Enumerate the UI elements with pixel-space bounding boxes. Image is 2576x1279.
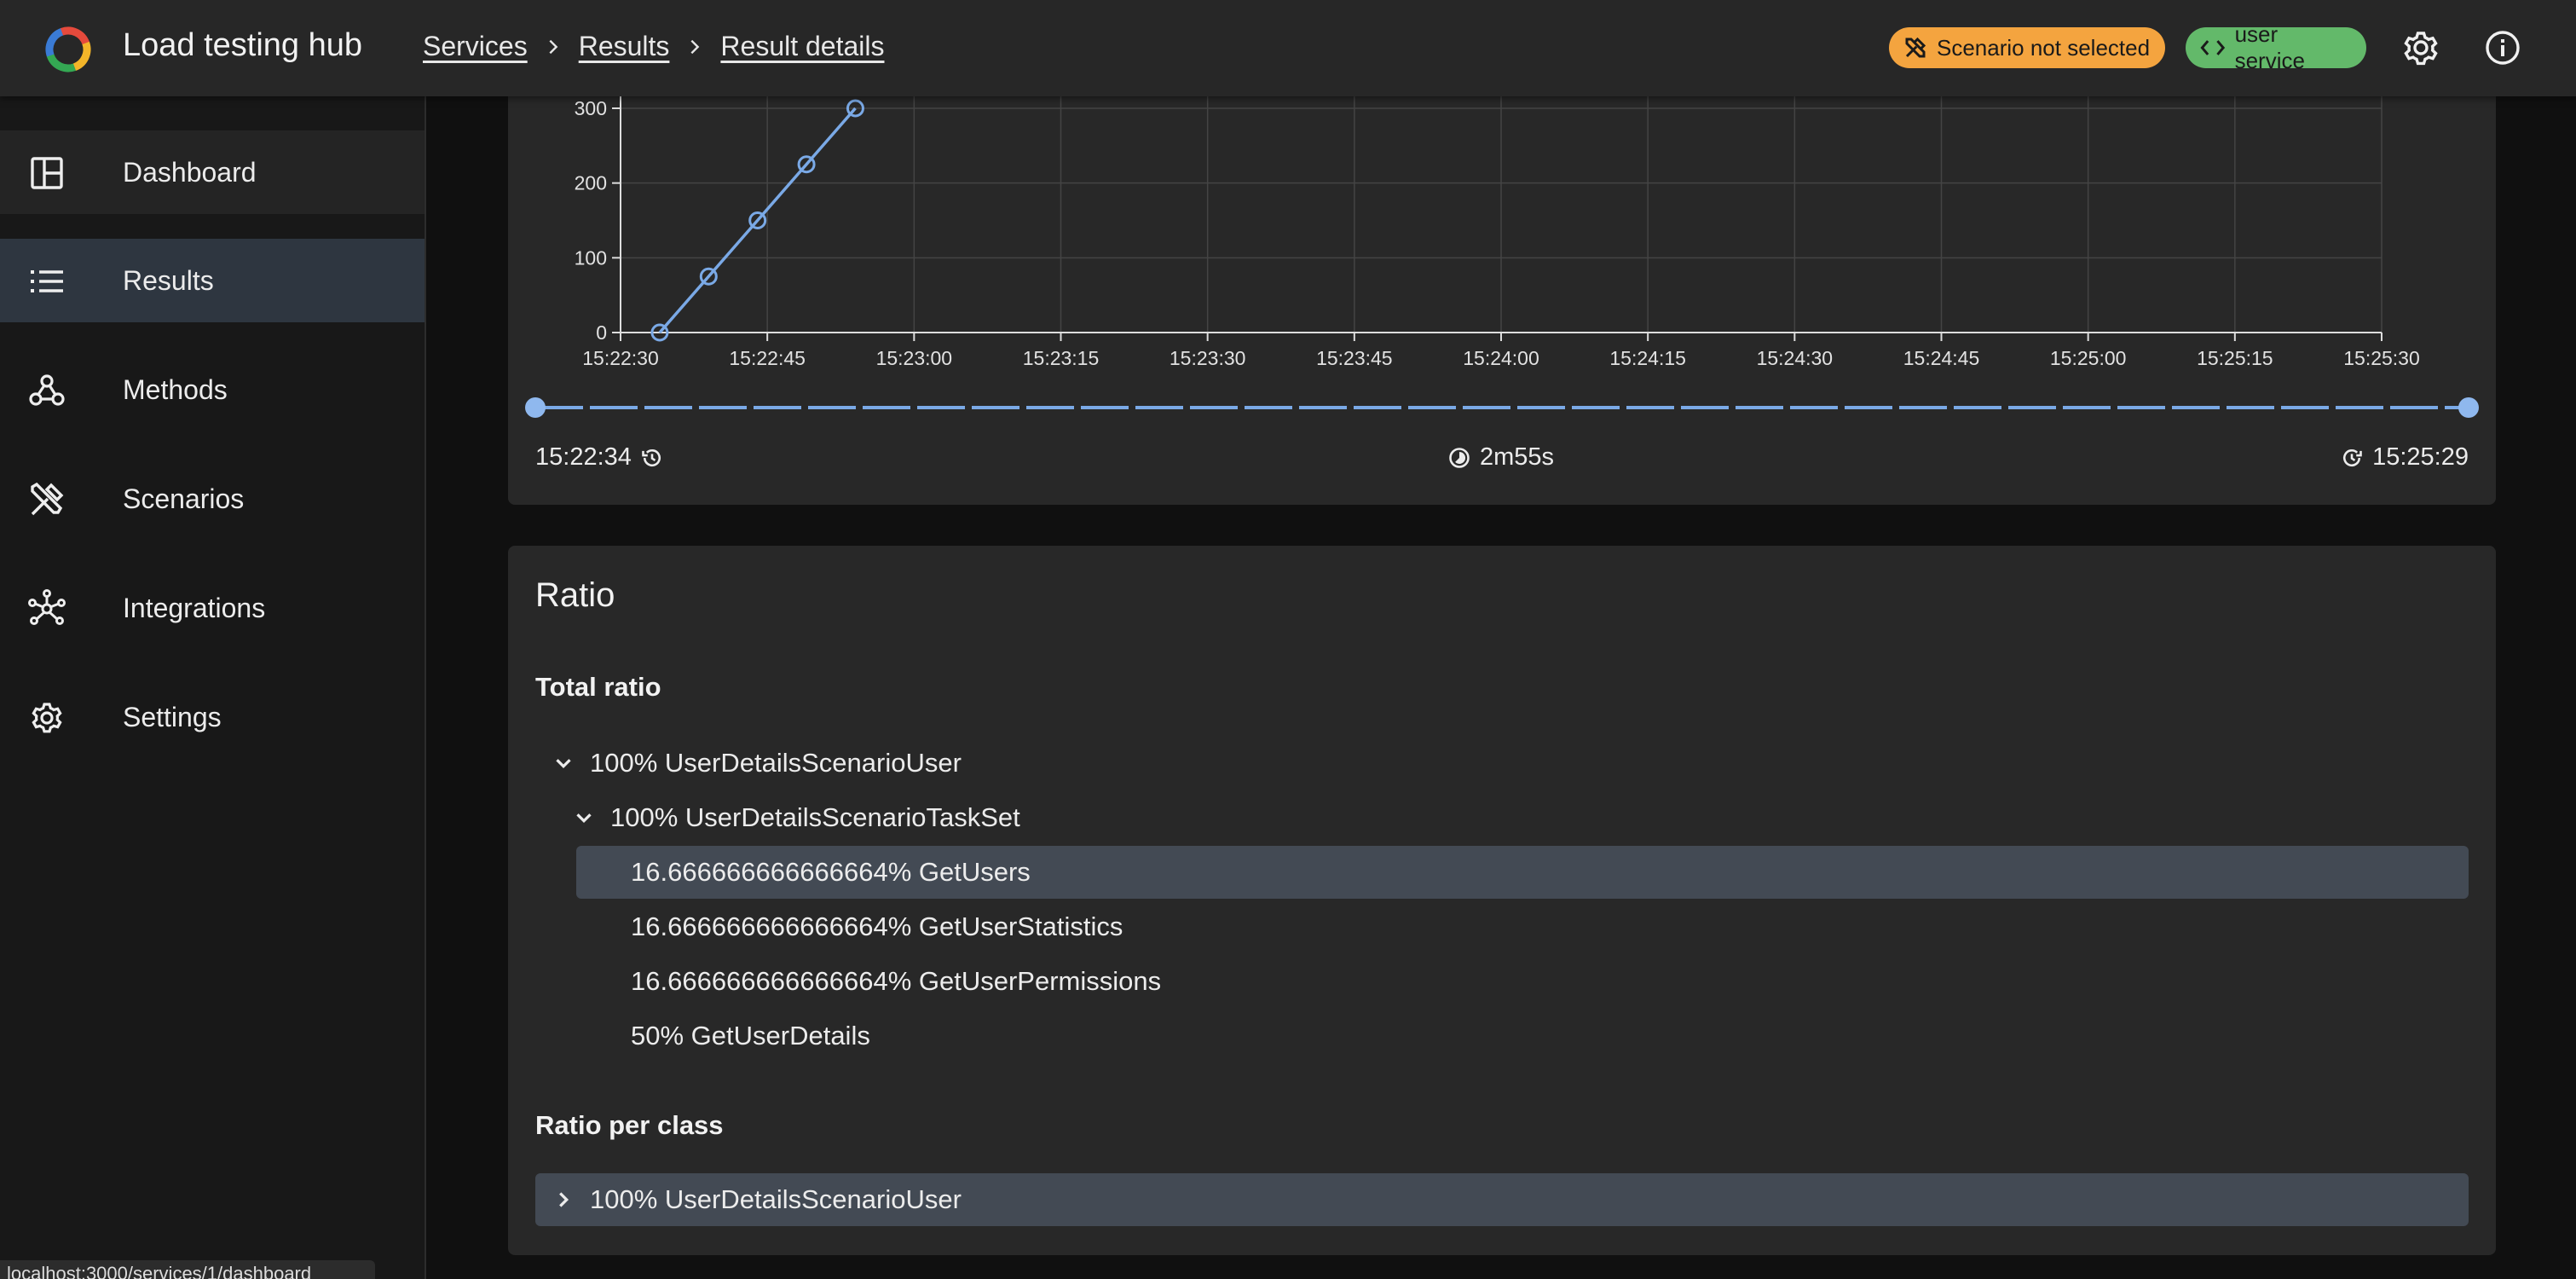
chevron-right-icon[interactable] <box>551 1187 576 1212</box>
sidebar-item-integrations[interactable]: Integrations <box>0 566 425 650</box>
range-end: 15:25:29 <box>2340 443 2469 472</box>
tree-item-class-scenario-user[interactable]: 100% UserDetailsScenarioUser <box>535 1173 2469 1226</box>
scenario-status-label: Scenario not selected <box>1937 34 2151 61</box>
service-chip[interactable]: user service <box>2186 21 2366 73</box>
range-slider-end-handle[interactable] <box>2458 397 2479 418</box>
tools-icon <box>31 482 64 516</box>
chevron-down-icon[interactable] <box>571 805 597 830</box>
range-start: 15:22:34 <box>535 443 664 472</box>
y-tick-label: 300 <box>575 97 607 119</box>
chevron-right-icon <box>528 38 579 56</box>
breadcrumb-results[interactable]: Results <box>579 31 670 62</box>
x-tick-label: 15:22:45 <box>729 347 806 369</box>
x-tick-label: 15:22:30 <box>582 347 659 369</box>
code-icon <box>2200 40 2226 55</box>
scenario-status-chip[interactable]: Scenario not selected <box>1889 27 2165 68</box>
app-logo[interactable] <box>43 24 94 75</box>
range-duration-value: 2m55s <box>1480 443 1555 471</box>
sidebar-item-label: Methods <box>123 373 228 405</box>
x-tick-label: 15:25:00 <box>2050 347 2127 369</box>
x-tick-label: 15:24:45 <box>1903 347 1980 369</box>
sidebar: Dashboard Results Methods Scenarios Inte… <box>0 96 426 1279</box>
x-tick-label: 15:24:30 <box>1757 347 1834 369</box>
x-tick-label: 15:24:15 <box>1609 347 1686 369</box>
x-tick-label: 15:23:30 <box>1170 347 1246 369</box>
app-header: Load testing hub Services Results Result… <box>0 0 2576 96</box>
series-line <box>658 107 857 334</box>
breadcrumb-services[interactable]: Services <box>423 31 528 62</box>
chevron-right-icon <box>669 38 720 56</box>
x-tick-label: 15:25:30 <box>2343 347 2420 369</box>
ratio-panel: Ratio Total ratio 100% UserDetailsScenar… <box>508 546 2496 1255</box>
list-icon <box>31 270 63 292</box>
timelapse-icon <box>1449 447 1470 468</box>
breadcrumb: Services Results Result details <box>423 31 885 62</box>
info-icon[interactable] <box>2481 26 2525 70</box>
tree-item-get-user-details[interactable]: 50% GetUserDetails <box>576 1010 870 1062</box>
sidebar-item-settings[interactable]: Settings <box>0 675 425 759</box>
app-title: Load testing hub <box>123 27 363 63</box>
history-icon <box>642 449 661 466</box>
y-tick-label: 200 <box>575 172 607 194</box>
sidebar-item-label: Settings <box>123 701 222 732</box>
ratio-title: Ratio <box>535 576 615 614</box>
tree-item-scenario-user[interactable]: 100% UserDetailsScenarioUser <box>551 737 962 790</box>
tree-item-get-users[interactable]: 16.666666666666664% GetUsers <box>576 846 2469 899</box>
sidebar-item-label: Dashboard <box>123 156 257 188</box>
sidebar-item-label: Scenarios <box>123 483 245 514</box>
update-icon <box>2343 449 2362 466</box>
tree-item-label: 100% UserDetailsScenarioTaskSet <box>610 802 1020 832</box>
x-tick-label: 15:23:45 <box>1316 347 1393 369</box>
sidebar-item-label: Integrations <box>123 592 266 623</box>
tree-item-label: 16.666666666666664% GetUsers <box>631 857 1031 887</box>
range-start-time: 15:22:34 <box>535 443 632 471</box>
x-tick-label: 15:23:00 <box>876 347 953 369</box>
tree-item-get-user-permissions[interactable]: 16.666666666666664% GetUserPermissions <box>576 955 1161 1008</box>
gear-icon[interactable] <box>2399 26 2443 70</box>
service-label: user service <box>2234 21 2305 73</box>
tree-item-label: 50% GetUserDetails <box>631 1021 870 1050</box>
tree-item-get-user-statistics[interactable]: 16.666666666666664% GetUserStatistics <box>576 900 1123 953</box>
x-tick-label: 15:24:00 <box>1463 347 1539 369</box>
tree-item-label: 100% UserDetailsScenarioUser <box>590 1184 962 1214</box>
tree-item-task-set[interactable]: 100% UserDetailsScenarioTaskSet <box>571 791 1020 844</box>
sidebar-item-scenarios[interactable]: Scenarios <box>0 457 425 541</box>
chevron-down-icon[interactable] <box>551 750 576 776</box>
sidebar-item-dashboard[interactable]: Dashboard <box>0 130 425 214</box>
sidebar-item-label: Results <box>123 264 214 296</box>
hub-icon <box>28 589 66 625</box>
webhook-icon <box>29 374 65 406</box>
tree-item-label: 16.666666666666664% GetUserPermissions <box>631 966 1162 996</box>
sidebar-item-results[interactable]: Results <box>0 239 425 322</box>
total-ratio-title: Total ratio <box>535 672 661 702</box>
y-tick-label: 100 <box>575 246 607 269</box>
breadcrumb-result-details[interactable]: Result details <box>720 31 884 62</box>
range-end-time: 15:25:29 <box>2372 443 2469 471</box>
dashboard-icon <box>31 157 63 189</box>
gear-icon <box>32 703 62 733</box>
x-tick-label: 15:25:15 <box>2197 347 2273 369</box>
x-tick-label: 15:23:15 <box>1023 347 1100 369</box>
tree-item-label: 100% UserDetailsScenarioUser <box>590 748 962 778</box>
range-duration: 2m55s <box>1447 443 1554 472</box>
y-tick-label: 0 <box>596 321 607 344</box>
tools-icon <box>1905 37 1926 58</box>
status-bar-url: localhost:3000/services/1/dashboard <box>0 1260 375 1279</box>
range-slider-start-handle[interactable] <box>525 397 546 418</box>
sidebar-item-methods[interactable]: Methods <box>0 348 425 431</box>
tree-item-label: 16.666666666666664% GetUserStatistics <box>631 912 1123 941</box>
ratio-per-class-title: Ratio per class <box>535 1110 724 1140</box>
